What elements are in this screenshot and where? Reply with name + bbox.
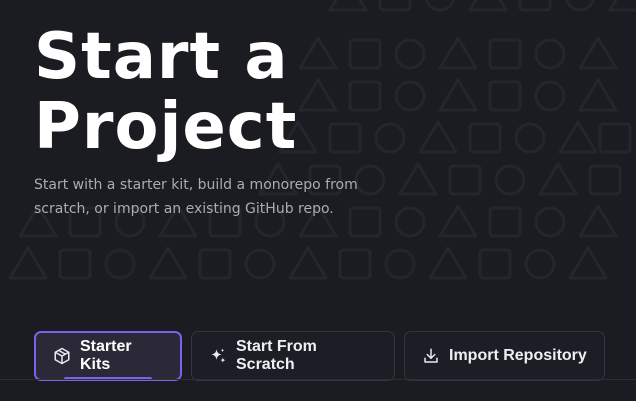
page-title-line2: Project [34, 90, 298, 164]
tab-starter-kits-label: Starter Kits [80, 338, 132, 373]
page-subtitle: Start with a starter kit, build a monore… [34, 177, 358, 217]
page-title-line1: Start a [34, 20, 289, 94]
tab-start-from-scratch-label: Start From Scratch [236, 338, 317, 373]
tab-starter-kits[interactable]: Starter Kits [34, 331, 182, 381]
tab-start-from-scratch[interactable]: Start From Scratch [191, 331, 395, 381]
sparkles-icon [209, 347, 227, 365]
box-icon [53, 347, 71, 365]
tab-import-repository-label: Import Repository [449, 347, 587, 364]
download-icon [422, 347, 440, 365]
project-tabs: Starter Kits Start From Scratch Import R… [34, 331, 605, 381]
tab-import-repository[interactable]: Import Repository [404, 331, 605, 381]
page-title: Start a Project [34, 22, 594, 162]
tabs-divider [0, 379, 636, 380]
